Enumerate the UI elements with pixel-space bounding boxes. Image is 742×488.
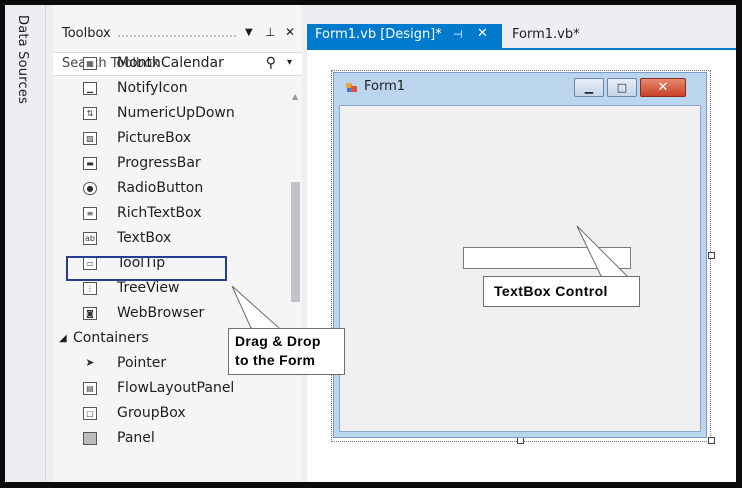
close-button[interactable]: ✕	[640, 78, 686, 97]
flowlayout-icon: ▤	[83, 382, 97, 395]
form-title-bar[interactable]: Form1 ▁ □ ✕	[334, 73, 706, 105]
list-item-textbox[interactable]: ab TextBox	[53, 227, 289, 252]
callout-text: Drag & Drop to the Form	[235, 333, 321, 368]
radio-icon: ●	[83, 182, 97, 195]
numeric-icon: ⇅	[83, 107, 97, 120]
item-label: NumericUpDown	[117, 105, 235, 121]
toolbox-header: Toolbox ▼ ⊥ ✕	[53, 24, 302, 46]
document-tabs: Form1.vb [Design]* ⊣ ✕ Form1.vb*	[307, 24, 736, 50]
dropdown-icon[interactable]: ▼	[245, 27, 253, 38]
maximize-icon: □	[616, 81, 628, 94]
list-item[interactable]: ⇅ NumericUpDown	[53, 102, 289, 127]
data-sources-strip[interactable]: Data Sources	[5, 5, 46, 482]
list-item[interactable]: Panel	[53, 427, 289, 452]
tab-label: Form1.vb [Design]*	[315, 27, 442, 42]
item-label: RichTextBox	[117, 205, 202, 221]
design-canvas[interactable]: Form1 ▁ □ ✕	[307, 50, 736, 482]
panel-icon	[83, 432, 97, 445]
browser-icon: ◙	[83, 307, 97, 320]
item-label: RadioButton	[117, 180, 204, 196]
tab-form1-design[interactable]: Form1.vb [Design]* ⊣ ✕	[307, 24, 502, 48]
calendar-icon: ▦	[83, 57, 97, 70]
form-icon	[346, 83, 357, 93]
list-item[interactable]: ◙ WebBrowser	[53, 302, 289, 327]
scrollbar-thumb[interactable]	[291, 182, 300, 302]
item-label: WebBrowser	[117, 305, 205, 321]
list-item[interactable]: ▤ FlowLayoutPanel	[53, 377, 289, 402]
expand-arrow-icon[interactable]: ◢	[59, 333, 67, 344]
toolbox-scrollbar[interactable]: ▲	[289, 78, 302, 482]
callout-textbox-control: TextBox Control	[483, 276, 640, 307]
notify-icon: ▁	[83, 82, 97, 95]
textbox-icon: ab	[83, 232, 97, 245]
item-label: TextBox	[117, 230, 172, 246]
ide-window: Data Sources Toolbox ▼ ⊥ ✕ Search Toolbo…	[5, 5, 736, 482]
tree-icon: ⋮	[83, 282, 97, 295]
progress-icon: ▬	[83, 157, 97, 170]
list-item[interactable]: ▨ PictureBox	[53, 127, 289, 152]
form-caption: Form1	[364, 79, 406, 94]
callout-text: TextBox Control	[494, 283, 608, 299]
minimize-button[interactable]: ▁	[574, 78, 604, 97]
maximize-button[interactable]: □	[607, 78, 637, 97]
callout-drag-drop: Drag & Drop to the Form	[228, 328, 345, 375]
item-label: Panel	[117, 430, 155, 446]
resize-handle-bottom[interactable]	[517, 437, 524, 444]
list-item[interactable]: ▢ GroupBox	[53, 402, 289, 427]
data-sources-label[interactable]: Data Sources	[15, 15, 30, 104]
scroll-up-icon[interactable]: ▲	[292, 92, 298, 101]
list-item[interactable]: ● RadioButton	[53, 177, 289, 202]
designer-area: Form1.vb [Design]* ⊣ ✕ Form1.vb* Form1 ▁…	[307, 5, 736, 482]
toolbox-title: Toolbox	[62, 26, 111, 41]
resize-handle-right[interactable]	[708, 252, 715, 259]
item-label: PictureBox	[117, 130, 192, 146]
picture-icon: ▨	[83, 132, 97, 145]
item-label: FlowLayoutPanel	[117, 380, 235, 396]
groupbox-icon: ▢	[83, 407, 97, 420]
item-label: MonthCalendar	[117, 55, 224, 71]
group-label: Containers	[73, 330, 149, 346]
textbox-control[interactable]	[463, 247, 631, 269]
close-icon[interactable]: ✕	[477, 26, 488, 41]
item-label: Pointer	[117, 355, 167, 371]
tab-form1-code[interactable]: Form1.vb*	[512, 27, 580, 42]
pin-icon[interactable]: ⊣	[453, 28, 463, 41]
form-client-area[interactable]	[339, 105, 701, 432]
richtext-icon: ≡	[83, 207, 97, 220]
list-item[interactable]: ≡ RichTextBox	[53, 202, 289, 227]
pointer-icon: ➤	[85, 356, 95, 369]
list-item[interactable]: ▦ MonthCalendar	[53, 52, 289, 77]
item-label: TreeView	[117, 280, 180, 296]
toolbox-panel: Toolbox ▼ ⊥ ✕ Search Toolbox ⚲ ▾ ▦ MonthC…	[53, 5, 302, 482]
textbox-highlight-box	[66, 256, 227, 281]
toolbox-grip[interactable]	[117, 34, 237, 38]
close-icon: ✕	[657, 80, 669, 95]
item-label: GroupBox	[117, 405, 186, 421]
minimize-icon: ▁	[584, 81, 594, 94]
close-icon[interactable]: ✕	[285, 25, 295, 39]
resize-handle-corner[interactable]	[708, 437, 715, 444]
item-label: NotifyIcon	[117, 80, 188, 96]
list-item[interactable]: ▬ ProgressBar	[53, 152, 289, 177]
toolbox-list: ▦ MonthCalendar ▁ NotifyIcon ⇅ NumericUpDow…	[53, 52, 302, 482]
form1-window[interactable]: Form1 ▁ □ ✕	[333, 72, 707, 438]
pin-icon[interactable]: ⊥	[265, 25, 275, 39]
item-label: ProgressBar	[117, 155, 201, 171]
list-item[interactable]: ▁ NotifyIcon	[53, 77, 289, 102]
